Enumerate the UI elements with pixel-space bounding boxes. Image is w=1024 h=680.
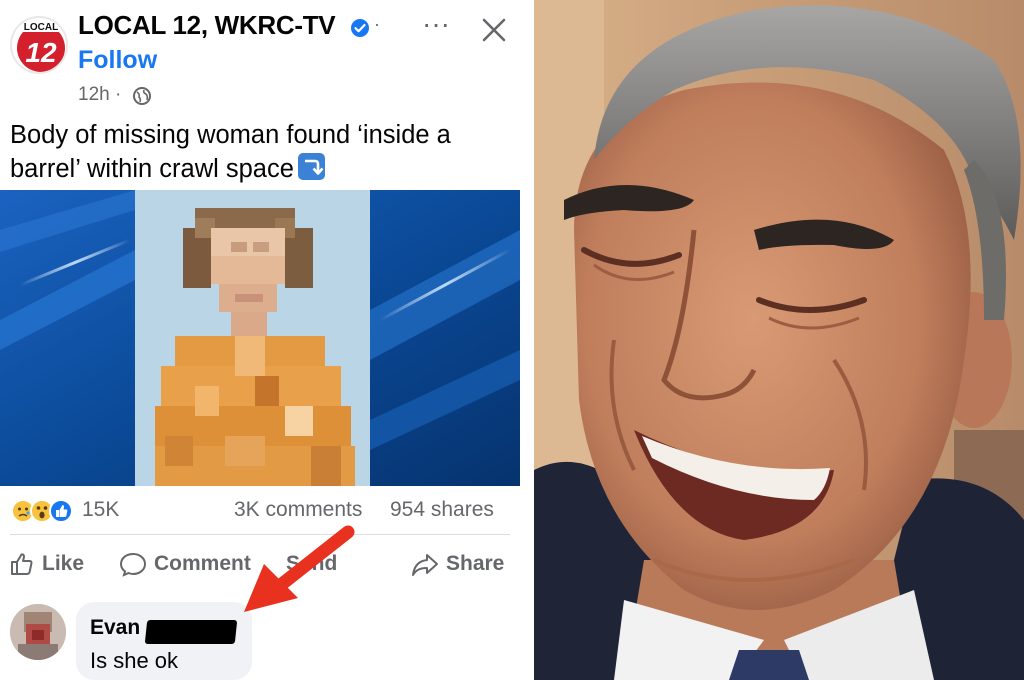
reaction-icons[interactable]	[10, 498, 78, 524]
right-arrow-curving-down-icon	[297, 153, 325, 180]
reaction-count[interactable]: 15K	[82, 498, 119, 522]
page-name[interactable]: LOCAL 12, WKRC-TV	[78, 10, 336, 41]
post-image[interactable]	[0, 190, 520, 486]
thumbs-up-icon	[11, 553, 33, 575]
actions-divider	[10, 534, 510, 535]
laughing-man-photo	[534, 0, 1024, 680]
comment-button[interactable]: Comment	[118, 544, 251, 584]
name-separator: ·	[374, 14, 380, 34]
close-icon[interactable]	[474, 10, 514, 50]
facebook-post: LOCAL 12 LOCAL 12, WKRC-TV · Follow 12h …	[0, 0, 520, 680]
like-label: Like	[42, 552, 85, 575]
post-timestamp[interactable]: 12h	[78, 84, 110, 105]
post-text: Body of missing woman found ‘inside a ba…	[10, 121, 451, 183]
blurred-portrait	[135, 190, 370, 486]
more-options-button[interactable]: ···	[416, 10, 456, 46]
send-button[interactable]: Send	[286, 544, 337, 584]
globe-icon	[133, 87, 151, 105]
share-count[interactable]: 954 shares	[390, 498, 494, 522]
like-reaction-icon	[49, 499, 73, 523]
page-avatar-logo[interactable]: LOCAL 12	[10, 16, 68, 74]
comment-count[interactable]: 3K comments	[234, 498, 362, 522]
share-label: Share	[446, 552, 505, 575]
panel-gap	[520, 0, 534, 680]
reactions-summary: 15K 3K comments 954 shares	[0, 494, 520, 528]
commenter-avatar[interactable]	[10, 604, 66, 660]
comment-bubble: Evan Is she ok	[76, 602, 252, 680]
comment-author[interactable]: Evan	[90, 616, 140, 640]
share-button[interactable]: Share	[410, 544, 504, 584]
follow-button[interactable]: Follow	[78, 46, 157, 75]
post-text-container: Body of missing woman found ‘inside a ba…	[10, 118, 510, 186]
meta-separator: ·	[114, 84, 122, 105]
redaction-bar	[144, 620, 238, 644]
logo-number: 12	[25, 37, 57, 68]
logo-text-top: LOCAL	[24, 22, 58, 33]
comment-text: Is she ok	[90, 648, 179, 673]
comment-label: Comment	[154, 552, 251, 575]
share-arrow-icon	[412, 554, 438, 576]
like-button[interactable]: Like	[8, 544, 84, 584]
comment: Evan Is she ok	[0, 596, 520, 680]
verified-badge-icon	[351, 19, 369, 37]
post-header: LOCAL 12 LOCAL 12, WKRC-TV · Follow 12h …	[0, 0, 520, 112]
post-meta: 12h ·	[78, 84, 121, 106]
comment-bubble-icon	[119, 552, 147, 577]
send-label: Send	[286, 552, 338, 575]
post-actions: Like Comment Send Share	[0, 544, 520, 584]
